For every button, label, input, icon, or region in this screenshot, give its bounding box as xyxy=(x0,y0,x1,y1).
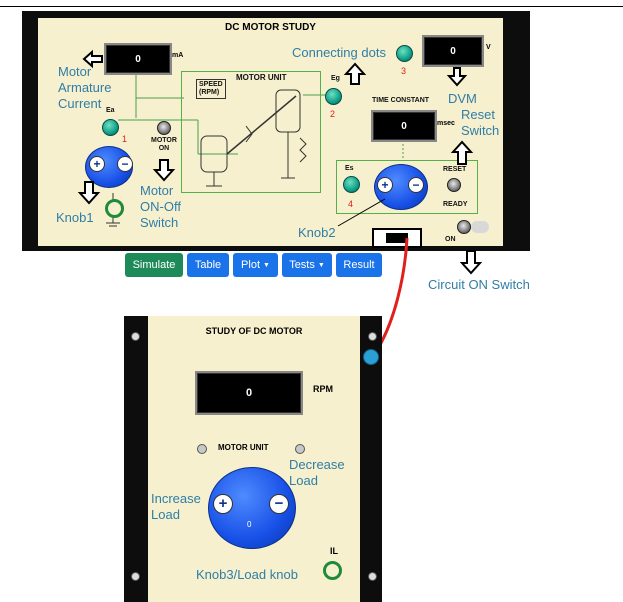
annotation-motor-armature-current: Motor Armature Current xyxy=(58,64,112,111)
arrow-down-icon xyxy=(152,159,176,182)
arrow-up-icon xyxy=(450,140,474,165)
indicator-light xyxy=(295,444,305,454)
annotation-circuit-on-switch: Circuit ON Switch xyxy=(428,277,530,292)
tests-dropdown-button[interactable]: Tests ▼ xyxy=(282,253,332,277)
rpm-unit-label: RPM xyxy=(313,384,333,394)
table-button[interactable]: Table xyxy=(187,253,229,277)
annotation-dvm: DVM xyxy=(448,91,477,106)
result-button[interactable]: Result xyxy=(336,253,382,277)
arrow-down-icon xyxy=(459,250,483,275)
annotation-knob3: Knob3/Load knob xyxy=(196,567,298,582)
il-terminal-icon[interactable] xyxy=(323,561,342,580)
plot-label: Plot xyxy=(241,259,261,271)
rpm-display: 0 xyxy=(195,371,303,415)
indicator-light xyxy=(197,444,207,454)
arrow-down-icon xyxy=(77,181,101,205)
il-label: IL xyxy=(330,546,338,556)
annotation-decrease-load: Decrease Load xyxy=(289,457,345,488)
tests-label: Tests xyxy=(289,259,315,271)
increase-load-plus-icon[interactable]: + xyxy=(213,494,233,514)
wire-connector-terminal[interactable] xyxy=(363,349,379,365)
annotation-increase-load: Increase Load xyxy=(151,491,201,522)
arrow-up-icon xyxy=(343,62,367,85)
annotation-reset-switch: Reset Switch xyxy=(461,107,500,138)
screw-icon xyxy=(131,332,140,341)
screw-icon xyxy=(368,332,377,341)
annotation-knob1: Knob1 xyxy=(56,210,94,225)
annotation-motor-on-off-switch: Motor ON-Off Switch xyxy=(140,183,181,230)
caret-down-icon: ▼ xyxy=(317,261,325,269)
annotation-knob2: Knob2 xyxy=(298,225,336,240)
simulate-button[interactable]: Simulate xyxy=(125,253,183,277)
screw-icon xyxy=(368,572,377,581)
screw-icon xyxy=(131,572,140,581)
arrow-down-icon xyxy=(446,67,468,87)
caret-down-icon: ▼ xyxy=(263,261,270,269)
knob3-value: 0 xyxy=(247,520,252,529)
decrease-load-minus-icon[interactable]: − xyxy=(269,494,289,514)
plot-dropdown-button[interactable]: Plot ▼ xyxy=(233,253,278,277)
panel2-motor-unit-label: MOTOR UNIT xyxy=(218,443,269,452)
annotation-connecting-dots: Connecting dots xyxy=(292,45,386,60)
panel2-title: STUDY OF DC MOTOR xyxy=(205,326,303,336)
